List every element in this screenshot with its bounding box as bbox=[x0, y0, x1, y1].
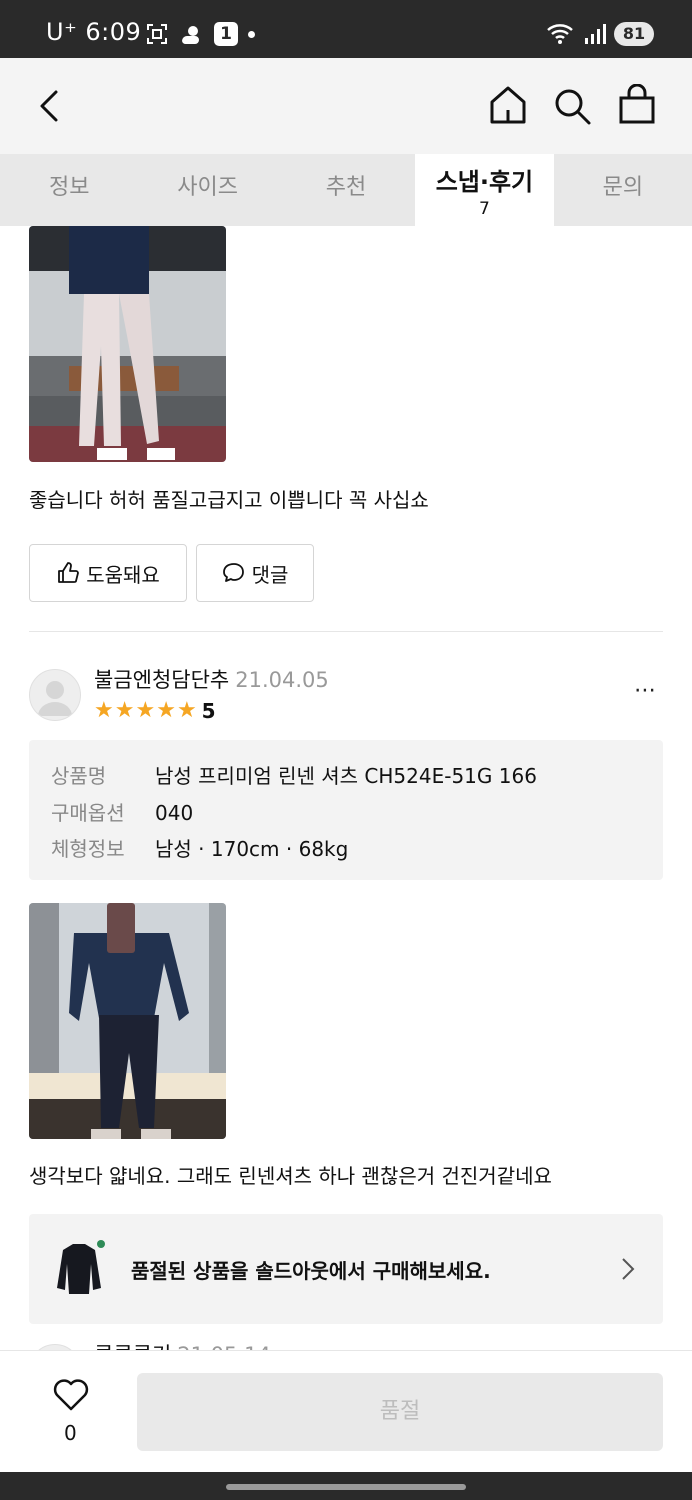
info-label: 상품명 bbox=[51, 764, 107, 788]
soldout-banner-text: 품절된 상품을 솔드아웃에서 구매해보세요. bbox=[131, 1259, 491, 1283]
screenshot-icon bbox=[147, 24, 167, 44]
home-icon[interactable] bbox=[488, 84, 528, 126]
soldout-banner[interactable]: 품절된 상품을 솔드아웃에서 구매해보세요. bbox=[29, 1214, 663, 1324]
status-time: U⁺ 6:09 bbox=[46, 18, 141, 46]
purchase-option-value: 040 bbox=[155, 801, 194, 825]
tab-bar: 정보 사이즈 추천 스냅·후기 7 문의 bbox=[0, 154, 692, 226]
tab-snap-review[interactable]: 스냅·후기 7 bbox=[415, 154, 554, 226]
purchase-option-row: 구매옵션 040 bbox=[51, 797, 193, 826]
status-bar: U⁺ 6:09 1 81 bbox=[0, 0, 692, 58]
rating-value: 5 bbox=[201, 699, 216, 723]
thumbs-up-icon bbox=[58, 562, 80, 583]
star-icon: ★ bbox=[114, 698, 135, 723]
star-icon: ★ bbox=[176, 698, 197, 723]
status-right-icons: 81 bbox=[546, 22, 654, 46]
review-photo-image bbox=[29, 903, 226, 1139]
search-icon[interactable] bbox=[552, 86, 592, 126]
comment-label: 댓글 bbox=[251, 562, 289, 587]
back-icon[interactable] bbox=[34, 88, 68, 124]
review-divider bbox=[29, 631, 663, 632]
chevron-right-icon bbox=[622, 1258, 635, 1280]
shopping-bag-icon[interactable] bbox=[617, 84, 657, 126]
product-name-row: 상품명 남성 프리미엄 린넨 셔츠 CH524E-51G 166 bbox=[51, 760, 537, 789]
like-count: 0 bbox=[64, 1421, 77, 1445]
battery-indicator: 81 bbox=[614, 22, 654, 46]
heart-icon[interactable] bbox=[52, 1377, 90, 1411]
carrier-label: U⁺ bbox=[46, 18, 78, 46]
more-options-icon[interactable]: ⋯ bbox=[634, 678, 658, 703]
body-info-value: 남성 · 170cm · 68kg bbox=[155, 837, 349, 861]
username[interactable]: 불금엔청담단추 bbox=[94, 668, 229, 692]
review-text: 좋습니다 허허 품질고급지고 이쁩니다 꼭 사십쇼 bbox=[29, 488, 429, 512]
review-photo[interactable] bbox=[29, 226, 226, 462]
review-text: 생각보다 얇네요. 그래도 린넨셔츠 하나 괜찮은거 건진거같네요 bbox=[29, 1164, 552, 1188]
tab-label: 문의 bbox=[602, 175, 644, 200]
tab-label: 추천 bbox=[325, 175, 367, 200]
clock: 6:09 bbox=[85, 18, 142, 46]
system-navigation-bar bbox=[0, 1472, 692, 1500]
bottom-action-bar: 0 품절 bbox=[0, 1350, 692, 1473]
top-navigation bbox=[0, 58, 692, 154]
info-label: 체형정보 bbox=[51, 837, 125, 861]
home-indicator[interactable] bbox=[226, 1484, 466, 1490]
signal-icon bbox=[585, 24, 606, 44]
notification-badge: 1 bbox=[214, 22, 238, 46]
tab-inquiry[interactable]: 문의 bbox=[554, 154, 692, 226]
tab-label: 정보 bbox=[48, 175, 90, 200]
review-photo[interactable] bbox=[29, 903, 226, 1139]
helpful-label: 도움돼요 bbox=[86, 562, 160, 587]
buy-button[interactable]: 품절 bbox=[137, 1373, 663, 1451]
review-date: 21.04.05 bbox=[235, 668, 329, 692]
product-thumbnail bbox=[51, 1238, 107, 1298]
review-photo-image bbox=[29, 226, 226, 462]
tab-info[interactable]: 정보 bbox=[0, 154, 138, 226]
star-icon: ★ bbox=[156, 698, 176, 723]
status-left-icons: 1 bbox=[146, 22, 255, 46]
weather-icon bbox=[182, 26, 199, 45]
tab-recommend[interactable]: 추천 bbox=[277, 154, 415, 226]
comment-button[interactable]: 댓글 bbox=[196, 544, 314, 602]
product-name-value: 남성 프리미엄 린넨 셔츠 CH524E-51G 166 bbox=[155, 764, 537, 788]
notification-dot bbox=[248, 30, 255, 38]
star-icon: ★ bbox=[94, 698, 114, 723]
tab-label: 사이즈 bbox=[177, 175, 238, 200]
product-info-box: 상품명 남성 프리미엄 린넨 셔츠 CH524E-51G 166 구매옵션 040 … bbox=[29, 740, 663, 880]
tab-size[interactable]: 사이즈 bbox=[138, 154, 276, 226]
avatar[interactable] bbox=[29, 669, 81, 721]
wifi-icon bbox=[547, 24, 573, 44]
star-rating: ★ ★ ★ ★ ★ 5 bbox=[94, 699, 216, 723]
body-info-row: 체형정보 남성 · 170cm · 68kg bbox=[51, 833, 348, 862]
tab-count: 7 bbox=[479, 199, 490, 219]
info-label: 구매옵션 bbox=[51, 801, 125, 825]
comment-icon bbox=[222, 563, 244, 582]
star-icon: ★ bbox=[135, 698, 156, 723]
default-avatar-icon bbox=[38, 681, 72, 716]
tab-label: 스냅·후기 bbox=[435, 168, 534, 196]
helpful-button[interactable]: 도움돼요 bbox=[29, 544, 187, 602]
review-author: 불금엔청담단추 21.04.05 bbox=[94, 664, 329, 694]
